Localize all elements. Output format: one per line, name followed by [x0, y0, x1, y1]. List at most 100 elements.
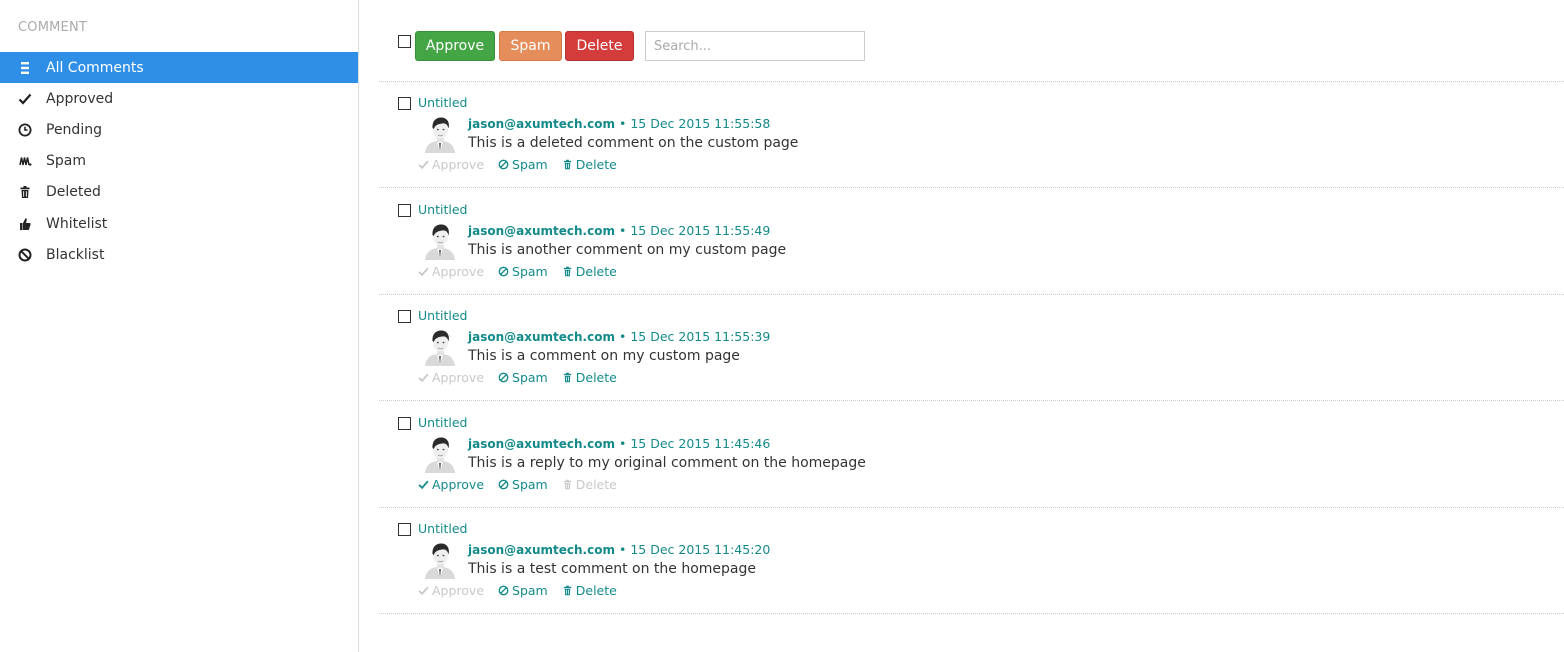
sidebar-item-deleted[interactable]: Deleted — [0, 177, 358, 208]
comment-delete-action[interactable]: Delete — [562, 157, 617, 172]
comment-text: This is a comment on my custom page — [468, 348, 740, 364]
comment-approve-action[interactable]: Approve — [418, 264, 484, 279]
comment-actions: Approve Spam Delete — [418, 583, 617, 598]
ban-icon — [498, 159, 509, 170]
comment-author-link[interactable]: jason@axumtech.com — [468, 224, 615, 238]
spam-button[interactable]: Spam — [499, 31, 562, 61]
comment-meta: jason@axumtech.com • 15 Dec 2015 11:55:49 — [468, 223, 770, 238]
comment-checkbox[interactable] — [398, 523, 411, 536]
approve-button[interactable]: Approve — [415, 31, 495, 61]
delete-action-label: Delete — [575, 263, 617, 279]
sidebar-item-blacklist[interactable]: Blacklist — [0, 239, 358, 270]
spam-action-label: Spam — [512, 583, 548, 598]
comment-meta: jason@axumtech.com • 15 Dec 2015 11:45:20 — [468, 542, 770, 557]
comment-date: 15 Dec 2015 11:55:49 — [630, 222, 771, 238]
sidebar-item-all-comments[interactable]: All Comments — [0, 52, 358, 84]
checkmark-icon — [418, 267, 429, 276]
comment-actions: Approve Spam Delete — [418, 157, 617, 172]
comment-date: 15 Dec 2015 11:45:20 — [630, 542, 771, 557]
list-icon — [0, 61, 46, 75]
comment-item: Untitled jason@axumtech.com • 15 Dec 2015 … — [379, 508, 1564, 614]
comment-checkbox[interactable] — [398, 416, 411, 430]
meta-separator: • — [618, 116, 627, 131]
comment-approve-action[interactable]: Approve — [418, 370, 484, 385]
checkmark-icon — [0, 92, 46, 106]
comment-author-link[interactable]: jason@axumtech.com — [468, 437, 615, 451]
comment-author-link[interactable]: jason@axumtech.com — [468, 543, 615, 557]
thumbs-up-icon — [0, 217, 46, 231]
comment-actions: Approve Spam Delete — [418, 477, 617, 492]
comment-title-link[interactable]: Untitled — [418, 95, 467, 110]
comment-author-link[interactable]: jason@axumtech.com — [468, 330, 615, 344]
clock-icon — [0, 123, 46, 137]
comment-approve-action[interactable]: Approve — [418, 477, 484, 492]
comment-title-link[interactable]: Untitled — [418, 308, 467, 323]
comment-title-link[interactable]: Untitled — [418, 202, 467, 217]
meta-separator: • — [618, 542, 627, 557]
ban-icon — [498, 266, 509, 276]
approve-action-label: Approve — [432, 263, 485, 279]
comment-checkbox[interactable] — [398, 203, 411, 217]
comment-checkbox[interactable] — [398, 310, 411, 323]
comment-approve-action[interactable]: Approve — [418, 157, 484, 172]
meta-separator: • — [618, 222, 627, 238]
approve-action-label: Approve — [432, 157, 485, 172]
comment-spam-action[interactable]: Spam — [498, 264, 548, 279]
comment-delete-action[interactable]: Delete — [562, 264, 617, 279]
comment-date: 15 Dec 2015 11:55:39 — [630, 329, 771, 344]
comment-delete-action[interactable]: Delete — [562, 370, 617, 385]
comment-checkbox[interactable] — [398, 97, 411, 110]
trash-icon — [563, 159, 571, 170]
sidebar-nav: All Comments Approved Pending Spam Delet… — [0, 52, 358, 270]
comment-spam-action[interactable]: Spam — [498, 370, 548, 385]
avatar — [421, 221, 459, 260]
comment-spam-action[interactable]: Spam — [498, 477, 548, 492]
comment-approve-action[interactable]: Approve — [418, 583, 484, 598]
sidebar-item-spam[interactable]: Spam — [0, 146, 358, 177]
sidebar-item-label: Blacklist — [46, 246, 105, 263]
search-input[interactable] — [645, 31, 865, 61]
main-content: Approve Spam Delete Untitled jason@axumt… — [379, 0, 1564, 652]
comment-item: Untitled jason@axumtech.com • 15 Dec 2015 … — [379, 82, 1564, 188]
avatar — [421, 328, 459, 366]
sidebar-item-label: Pending — [46, 121, 102, 138]
comment-text: This is a deleted comment on the custom … — [468, 135, 799, 151]
comment-delete-action[interactable]: Delete — [562, 477, 617, 492]
select-all-checkbox[interactable] — [398, 35, 411, 48]
spam-action-label: Spam — [512, 157, 548, 172]
ban-icon — [498, 479, 509, 489]
sidebar-item-label: Spam — [46, 153, 86, 170]
comment-author-link[interactable]: jason@axumtech.com — [468, 117, 615, 131]
meta-separator: • — [618, 435, 627, 451]
delete-action-label: Delete — [575, 583, 617, 598]
comment-spam-action[interactable]: Spam — [498, 583, 548, 598]
comment-date: 15 Dec 2015 11:55:58 — [630, 116, 771, 131]
ban-icon — [498, 585, 509, 596]
comment-spam-action[interactable]: Spam — [498, 157, 548, 172]
comment-item: Untitled jason@axumtech.com • 15 Dec 2015 … — [379, 189, 1564, 295]
sidebar-item-whitelist[interactable]: Whitelist — [0, 208, 358, 239]
comment-text: This is a test comment on the homepage — [468, 561, 756, 577]
meta-separator: • — [618, 329, 627, 344]
comment-meta: jason@axumtech.com • 15 Dec 2015 11:55:58 — [468, 116, 770, 131]
avatar — [421, 115, 459, 153]
delete-button[interactable]: Delete — [565, 31, 634, 61]
trash-icon — [563, 372, 571, 383]
approve-action-label: Approve — [432, 370, 485, 385]
sidebar-item-approved[interactable]: Approved — [0, 83, 358, 114]
spam-action-label: Spam — [512, 263, 548, 279]
spam-icon — [0, 154, 46, 168]
trash-icon — [563, 266, 571, 276]
comment-item: Untitled jason@axumtech.com • 15 Dec 2015 … — [379, 402, 1564, 508]
comment-text: This is a reply to my original comment o… — [468, 454, 866, 471]
approve-action-label: Approve — [432, 583, 485, 598]
comment-title-link[interactable]: Untitled — [418, 415, 467, 430]
sidebar-item-pending[interactable]: Pending — [0, 114, 358, 145]
checkmark-icon — [418, 480, 429, 489]
comment-meta: jason@axumtech.com • 15 Dec 2015 11:55:39 — [468, 329, 770, 344]
ban-icon — [0, 248, 46, 262]
comment-title-link[interactable]: Untitled — [418, 521, 467, 536]
avatar — [421, 541, 459, 579]
sidebar-item-label: Whitelist — [46, 215, 108, 232]
comment-delete-action[interactable]: Delete — [562, 583, 617, 598]
